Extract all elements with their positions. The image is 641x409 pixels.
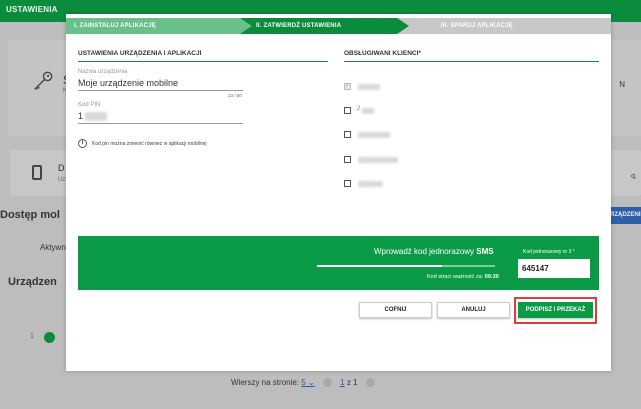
back-button[interactable]: COFNIJ	[359, 302, 432, 318]
devices-section-title: Urządzen	[8, 276, 57, 288]
pin-input[interactable]: 1	[78, 111, 83, 121]
pin-underline	[78, 123, 243, 124]
device-card-subtitle: Uz	[58, 177, 66, 183]
mobile-access-title: Dostęp mol	[0, 209, 60, 221]
total-pages: 1	[353, 378, 358, 387]
phone-icon	[32, 165, 42, 180]
table-row-number: 1	[30, 333, 34, 340]
sms-code-label: Kod jednorazowy nr 3 *	[523, 249, 575, 255]
device-name-label: Nazwa urządzenia	[78, 69, 128, 75]
pagination: Wierszy na stronie: 5 ⌄ 1 z 1	[231, 378, 381, 388]
submit-highlight-frame	[514, 297, 597, 324]
device-name-input[interactable]: Moje urządzenie mobilne	[78, 78, 178, 88]
key-icon	[34, 71, 53, 90]
prev-page-icon[interactable]	[322, 378, 332, 388]
sms-expiry-text: Kod straci ważność za: 00:20	[427, 274, 499, 280]
top-bar-title: USTAWIENIA	[6, 5, 58, 14]
rows-per-page-select[interactable]: 5 ⌄	[301, 378, 314, 387]
pin-info-text: Kod pin można zmienić również w aplikacj…	[92, 141, 207, 147]
client-checkbox-1[interactable]: ✓	[344, 83, 351, 90]
client-checkbox-4[interactable]	[344, 156, 351, 163]
client-label-1	[358, 84, 380, 90]
next-page-icon[interactable]	[365, 378, 375, 388]
manage-devices-button[interactable]: RZĄDZENIE	[608, 207, 641, 224]
device-name-counter: 23 / 50	[228, 93, 242, 98]
client-checkbox-5[interactable]	[344, 180, 351, 187]
pin-masked-value	[85, 112, 107, 121]
sms-title: Wprowadź kod jednorazowy SMS	[374, 247, 494, 256]
current-page[interactable]: 1	[340, 378, 344, 387]
stepper: I. ZAINSTALUJ APLIKACJĘ III. SPARUJ APLI…	[66, 18, 611, 34]
client-checkbox-3[interactable]	[344, 131, 351, 138]
step-confirm-settings: II. ZATWIERDŹ USTAWIENIA	[240, 18, 409, 34]
card-right-text: N	[619, 80, 625, 89]
client-checkbox-2[interactable]	[344, 107, 351, 114]
sms-code-input[interactable]: 645147	[518, 259, 590, 278]
clients-title: OBSŁUGIWANI KLIENCI*	[344, 50, 421, 57]
step-install-app: I. ZAINSTALUJ APLIKACJĘ	[66, 18, 252, 34]
device-name-underline	[78, 90, 243, 91]
client-label-2: 2	[357, 106, 361, 112]
step-pair-app: III. SPARUJ APLIKACJĘ	[397, 18, 611, 34]
client-label-4	[358, 157, 398, 163]
device-card-right-text: q.	[631, 173, 637, 180]
tab-active[interactable]: Aktywn	[40, 243, 66, 252]
divider	[344, 61, 599, 62]
cancel-button[interactable]: ANULUJ	[437, 302, 510, 318]
sms-expiry-progress-fill	[317, 265, 442, 267]
sms-expiry-progress	[317, 265, 495, 267]
client-label-5	[358, 181, 383, 187]
divider	[78, 61, 328, 62]
device-settings-title: USTAWIENIA URZĄDZENIA I APLIKACJI	[78, 50, 202, 57]
rows-per-page-label: Wierszy na stronie:	[231, 378, 300, 387]
client-label-3	[358, 132, 390, 138]
status-check-icon	[44, 332, 55, 343]
device-card-title: D	[58, 163, 65, 173]
client-label-2-blur	[362, 108, 374, 114]
pin-label: Kod PIN	[78, 102, 101, 108]
page-separator: z	[346, 378, 351, 387]
info-icon: i	[78, 139, 87, 148]
sms-code-panel: Wprowadź kod jednorazowy SMS Kod straci …	[78, 236, 599, 290]
